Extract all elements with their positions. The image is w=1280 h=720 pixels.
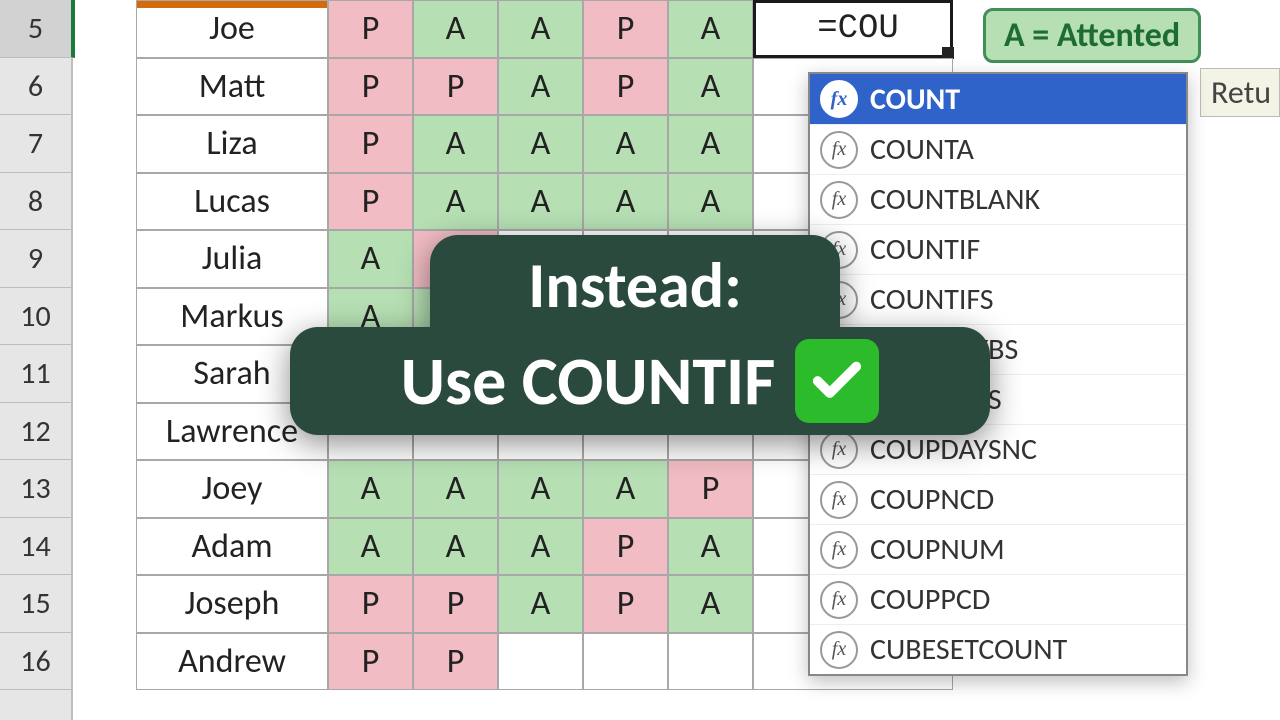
attendance-cell[interactable]: A: [498, 115, 583, 173]
attendance-cell[interactable]: A: [668, 115, 753, 173]
fx-icon: fx: [820, 581, 858, 619]
attendance-cell[interactable]: A: [328, 518, 413, 576]
name-cell[interactable]: Liza: [136, 115, 328, 173]
attendance-cell[interactable]: P: [583, 575, 668, 633]
attendance-cell[interactable]: P: [583, 0, 668, 58]
checkmark-icon: [795, 339, 879, 423]
row-number[interactable]: 5: [0, 0, 75, 58]
row-number[interactable]: 10: [0, 288, 71, 346]
row-number[interactable]: 15: [0, 575, 71, 633]
attendance-cell[interactable]: P: [583, 518, 668, 576]
overlay-caption-line2: Use COUNTIF: [290, 327, 990, 435]
row-number-gutter: 5 6 7 8 9 10 11 12 13 14 15 16: [0, 0, 73, 720]
fx-icon: fx: [820, 80, 858, 118]
attendance-cell[interactable]: P: [413, 575, 498, 633]
attendance-cell[interactable]: [583, 633, 668, 691]
autocomplete-item-label: COUPNUM: [870, 531, 1005, 568]
attendance-cell[interactable]: A: [413, 115, 498, 173]
fx-icon: fx: [820, 131, 858, 169]
row-number[interactable]: 13: [0, 460, 71, 518]
attendance-cell[interactable]: A: [583, 173, 668, 231]
attendance-cell[interactable]: P: [413, 633, 498, 691]
attendance-cell[interactable]: A: [498, 575, 583, 633]
autocomplete-item-couppcd[interactable]: fx COUPPCD: [810, 574, 1186, 624]
attendance-cell[interactable]: A: [668, 518, 753, 576]
autocomplete-item-label: COUPDAYSNC: [870, 431, 1037, 468]
autocomplete-item-coupnum[interactable]: fx COUPNUM: [810, 524, 1186, 574]
fx-icon: fx: [820, 181, 858, 219]
attendance-cell[interactable]: A: [583, 460, 668, 518]
attendance-cell[interactable]: [498, 633, 583, 691]
autocomplete-item-coupncd[interactable]: fx COUPNCD: [810, 474, 1186, 524]
overlay-caption-line1: Instead:: [430, 235, 840, 337]
attendance-cell[interactable]: A: [498, 518, 583, 576]
name-cell[interactable]: Adam: [136, 518, 328, 576]
name-cell[interactable]: Joe: [136, 0, 328, 58]
row-number[interactable]: 7: [0, 115, 71, 173]
autocomplete-item-label: COUNTBLANK: [870, 181, 1040, 218]
row-number[interactable]: 16: [0, 633, 71, 691]
autocomplete-item-label: CUBESETCOUNT: [870, 631, 1067, 668]
attendance-cell[interactable]: A: [668, 58, 753, 116]
attendance-cell[interactable]: P: [328, 575, 413, 633]
attendance-cell[interactable]: A: [668, 173, 753, 231]
name-cell[interactable]: Joey: [136, 460, 328, 518]
autocomplete-item-label: COUNT: [870, 81, 960, 118]
attendance-cell[interactable]: P: [413, 58, 498, 116]
row-number[interactable]: 12: [0, 403, 71, 461]
overlay-caption-line2-text: Use COUNTIF: [401, 340, 776, 423]
autocomplete-item-count[interactable]: fx COUNT: [810, 74, 1186, 124]
attendance-cell[interactable]: A: [498, 0, 583, 58]
attendance-cell[interactable]: P: [328, 173, 413, 231]
attendance-cell[interactable]: A: [583, 115, 668, 173]
formula-cell-editing[interactable]: =COU: [753, 0, 953, 58]
autocomplete-item-label: COUPPCD: [870, 581, 990, 618]
function-tooltip: Retu: [1200, 68, 1280, 117]
attendance-cell[interactable]: P: [668, 460, 753, 518]
legend-badge: A = Attented: [983, 8, 1201, 63]
attendance-cell[interactable]: A: [668, 0, 753, 58]
overlay-caption: Instead: Use COUNTIF: [290, 235, 990, 435]
attendance-cell[interactable]: P: [328, 633, 413, 691]
row-number[interactable]: 9: [0, 230, 71, 288]
attendance-cell[interactable]: A: [498, 460, 583, 518]
row-number[interactable]: 6: [0, 58, 71, 116]
row-number[interactable]: 11: [0, 345, 71, 403]
attendance-cell[interactable]: [668, 633, 753, 691]
autocomplete-item-countblank[interactable]: fx COUNTBLANK: [810, 174, 1186, 224]
row-number[interactable]: 14: [0, 518, 71, 576]
name-cell[interactable]: Lucas: [136, 173, 328, 231]
fx-icon: fx: [820, 431, 858, 469]
attendance-cell[interactable]: P: [328, 115, 413, 173]
attendance-cell[interactable]: A: [498, 173, 583, 231]
attendance-cell[interactable]: A: [498, 58, 583, 116]
autocomplete-item-label: COUPNCD: [870, 481, 994, 518]
row-number[interactable]: 8: [0, 173, 71, 231]
attendance-cell[interactable]: P: [328, 0, 413, 58]
attendance-cell[interactable]: A: [413, 460, 498, 518]
name-cell[interactable]: Matt: [136, 58, 328, 116]
autocomplete-item-label: COUNTA: [870, 131, 974, 168]
autocomplete-item-cubesetcount[interactable]: fx CUBESETCOUNT: [810, 624, 1186, 674]
attendance-cell[interactable]: P: [583, 58, 668, 116]
name-cell[interactable]: Joseph: [136, 575, 328, 633]
attendance-cell[interactable]: A: [413, 173, 498, 231]
attendance-cell[interactable]: A: [668, 575, 753, 633]
fx-icon: fx: [820, 481, 858, 519]
attendance-cell[interactable]: A: [413, 0, 498, 58]
name-cell[interactable]: Andrew: [136, 633, 328, 691]
fx-icon: fx: [820, 631, 858, 669]
autocomplete-item-counta[interactable]: fx COUNTA: [810, 124, 1186, 174]
attendance-cell[interactable]: A: [413, 518, 498, 576]
attendance-cell[interactable]: P: [328, 58, 413, 116]
attendance-cell[interactable]: A: [328, 460, 413, 518]
fx-icon: fx: [820, 531, 858, 569]
